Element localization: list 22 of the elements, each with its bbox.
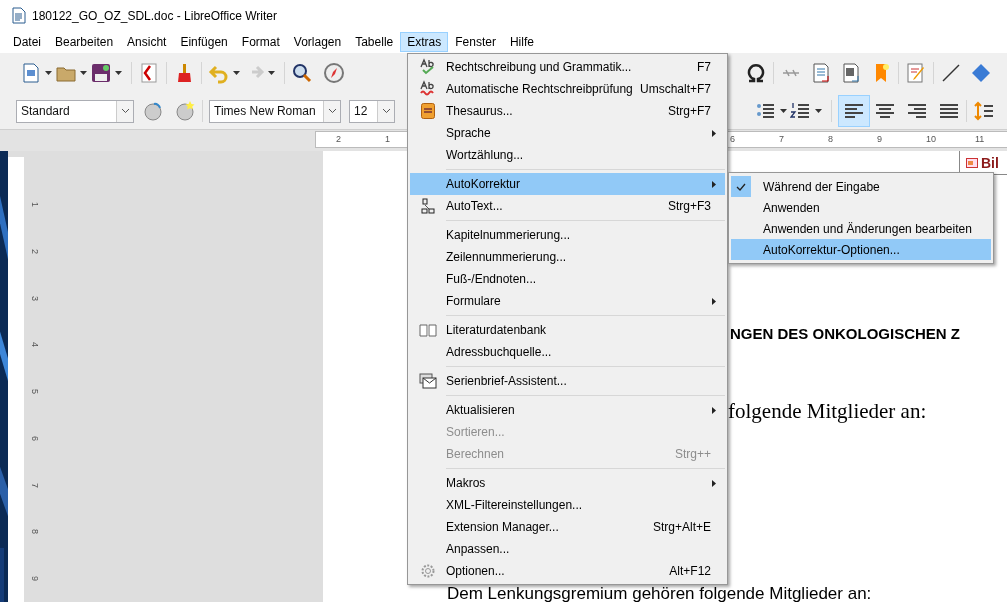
ruler-number: 11	[975, 132, 986, 146]
frame-label: Bil	[981, 155, 999, 170]
document-paragraph: folgende Mitglieder an:	[728, 397, 928, 425]
ruler-number: 9	[29, 576, 40, 582]
ruler-number: 3	[29, 295, 40, 301]
ruler-number: 1	[385, 132, 391, 146]
ruler-number: 1	[29, 201, 40, 207]
ruler-number: 6	[29, 435, 40, 441]
ruler-number: 9	[877, 132, 883, 146]
ruler-number: 7	[779, 132, 785, 146]
ruler-number: 2	[336, 132, 342, 146]
ruler-number: 8	[29, 529, 40, 535]
ruler-number: 8	[828, 132, 834, 146]
document-paragraph: Dem Lenkungsgremium gehören folgende Mitglieder an:	[447, 585, 873, 602]
ruler-number: 6	[730, 132, 736, 146]
ruler-number: 2	[29, 248, 40, 254]
ruler-number: 10	[926, 132, 937, 146]
ruler-number: 7	[29, 482, 40, 488]
ruler-number: 5	[29, 389, 40, 394]
window-title: 180122_GO_OZ_SDL.doc - LibreOffice Writer	[32, 7, 277, 25]
document-heading: NGEN DES ONKOLOGISCHEN Z	[730, 324, 962, 344]
ruler-number: 4	[29, 342, 40, 348]
